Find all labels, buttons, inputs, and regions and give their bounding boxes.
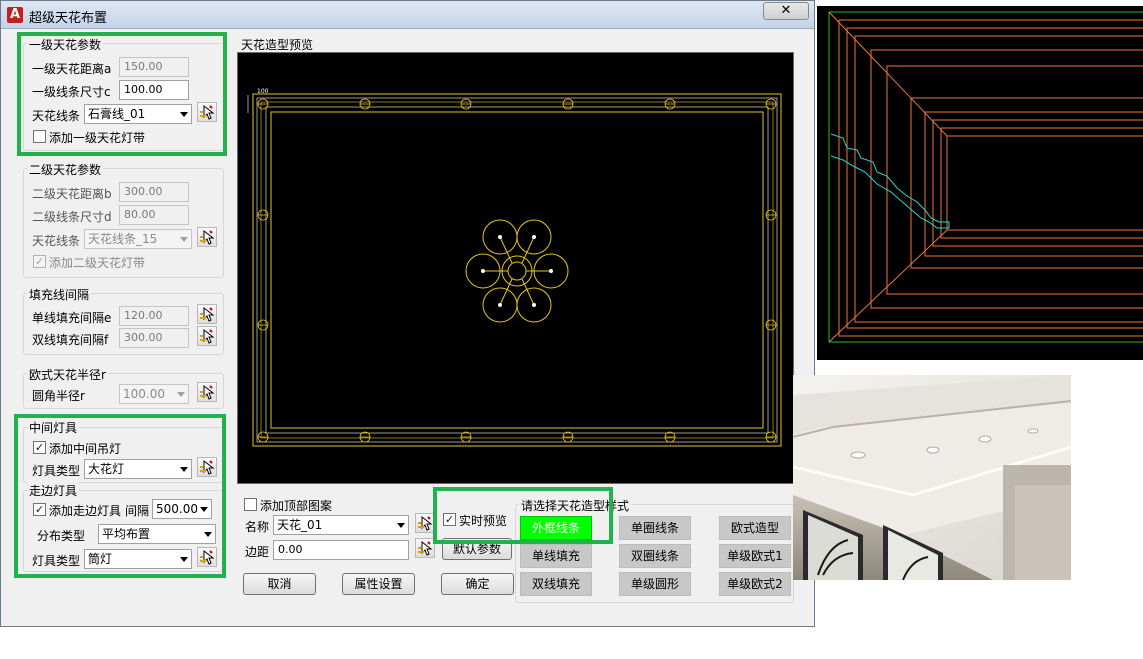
style-single-ring-button[interactable]: 单圈线条: [619, 516, 691, 540]
level2-size-label: 二级线条尺寸d: [32, 210, 112, 224]
outline-line: [946, 135, 1143, 231]
highlight-box: [17, 32, 227, 156]
euro-radius-pick-button[interactable]: [197, 382, 217, 402]
downlight-ring: [257, 98, 777, 443]
close-icon: ✕: [780, 3, 792, 18]
ok-button[interactable]: 确定: [441, 573, 514, 595]
app-logo-icon: A: [7, 7, 23, 23]
downlight-icon: [765, 209, 777, 221]
downlight-icon: [765, 319, 777, 331]
molding-profile-path: [830, 133, 950, 229]
top-pattern-name-value: 天花_01: [277, 518, 323, 532]
euro-radius-value: 100.00: [123, 387, 165, 401]
downlight-icon: [257, 98, 269, 110]
fill-double-pick-button[interactable]: [197, 326, 217, 346]
fill-double-input[interactable]: 300.00: [119, 328, 189, 348]
downlight-icon: [460, 98, 472, 110]
close-button[interactable]: ✕: [763, 2, 809, 20]
downlight-icon: [359, 98, 371, 110]
style-double-ring-button[interactable]: 双圈线条: [619, 544, 691, 568]
pick-cursor-icon: [418, 540, 433, 556]
window-title: 超级天花布置: [29, 11, 108, 26]
fill-single-label: 单线填充间隔e: [32, 311, 112, 325]
outline-line: [932, 119, 1143, 247]
outline-line: [854, 35, 1143, 323]
top-pattern-margin-pick-button[interactable]: [415, 538, 435, 558]
molding-profile-drawing: [828, 11, 1143, 343]
level2-line-pick-button[interactable]: [197, 227, 217, 247]
euro-group-title: 欧式天花半径r: [27, 366, 108, 383]
outline-line: [924, 111, 1143, 257]
level2-lightstrip-label: 添加二级天花灯带: [49, 256, 146, 270]
style-single-fill-button[interactable]: 单线填充: [520, 544, 592, 568]
molding-line: [256, 97, 778, 443]
chevron-down-icon: [180, 237, 188, 242]
pick-cursor-icon: [200, 229, 215, 245]
level2-line-select[interactable]: 天花线条_15: [84, 229, 192, 249]
pick-cursor-icon: [418, 515, 433, 531]
downlight-icon: [562, 431, 574, 443]
level2-line-value: 天花线条_15: [88, 232, 158, 246]
pick-cursor-icon: [200, 384, 215, 400]
outline-line: [940, 127, 1143, 239]
downlight-icon: [765, 431, 777, 443]
style-single-circle-button[interactable]: 单级圆形: [619, 572, 691, 596]
chevron-down-icon: [177, 392, 185, 397]
downlight-icon: [562, 98, 574, 110]
downlight-icon: [664, 431, 676, 443]
highlight-box: [433, 487, 613, 544]
ceiling-plan-drawing: 100: [247, 88, 782, 447]
pick-cursor-icon: [200, 306, 215, 322]
top-pattern-margin-input[interactable]: 0.00: [273, 540, 409, 560]
style-single-euro1-button[interactable]: 单级欧式1: [719, 544, 791, 568]
style-single-euro2-button[interactable]: 单级欧式2: [719, 572, 791, 596]
level2-line-label: 天花线条: [32, 234, 81, 248]
fill-single-pick-button[interactable]: [197, 304, 217, 324]
level2-lightstrip-checkbox[interactable]: ✓: [33, 255, 46, 268]
euro-radius-select[interactable]: 100.00: [119, 384, 189, 404]
style-european-button[interactable]: 欧式造型: [719, 516, 791, 540]
downlight-icon: [765, 98, 777, 110]
level2-distance-input[interactable]: 300.00: [119, 182, 189, 202]
title-bar[interactable]: A 超级天花布置 ✕: [1, 1, 814, 29]
pick-cursor-icon: [200, 328, 215, 344]
downlight-icon: [664, 98, 676, 110]
ceiling-render-photo: [793, 375, 1071, 580]
chevron-down-icon: [397, 523, 405, 528]
top-pattern-checkbox[interactable]: [244, 498, 257, 511]
euro-radius-label: 圆角半径r: [32, 389, 85, 403]
preview-title: 天花造型预览: [241, 38, 314, 52]
ceiling-render-image: [793, 375, 1071, 580]
inner-frame-line: [270, 111, 764, 429]
outer-frame-line: [252, 93, 782, 447]
cancel-button[interactable]: 取消: [243, 573, 316, 595]
downlight-icon: [257, 209, 269, 221]
fill-single-input[interactable]: 120.00: [119, 306, 189, 326]
level2-size-input[interactable]: 80.00: [119, 205, 189, 225]
properties-button[interactable]: 属性设置: [342, 573, 415, 595]
top-pattern-name-select[interactable]: 天花_01: [273, 515, 409, 535]
fill-group-title: 填充线间隔: [27, 286, 92, 303]
downlight-icon: [460, 431, 472, 443]
molding-detail-view: [817, 6, 1143, 360]
top-pattern-name-label: 名称: [245, 520, 270, 534]
highlight-box: [14, 414, 226, 578]
style-double-fill-button[interactable]: 双线填充: [520, 572, 592, 596]
top-pattern-add-label: 添加顶部图案: [260, 499, 333, 513]
level2-distance-label: 二级天花距离b: [32, 187, 112, 201]
downlight-icon: [359, 431, 371, 443]
dimension-label: 100: [257, 88, 269, 95]
top-pattern-pick-button[interactable]: [415, 513, 435, 533]
level2-group-title: 二级天花参数: [27, 161, 104, 178]
molding-line: [265, 106, 769, 434]
downlight-icon: [257, 431, 269, 443]
molding-line: [260, 101, 774, 439]
outline-line: [910, 97, 1143, 269]
fill-double-label: 双线填充间隔f: [32, 333, 109, 347]
ceiling-preview-canvas[interactable]: 100: [237, 52, 794, 484]
outline-line: [870, 49, 1143, 309]
top-pattern-margin-label: 边距: [245, 545, 270, 559]
downlight-icon: [257, 319, 269, 331]
